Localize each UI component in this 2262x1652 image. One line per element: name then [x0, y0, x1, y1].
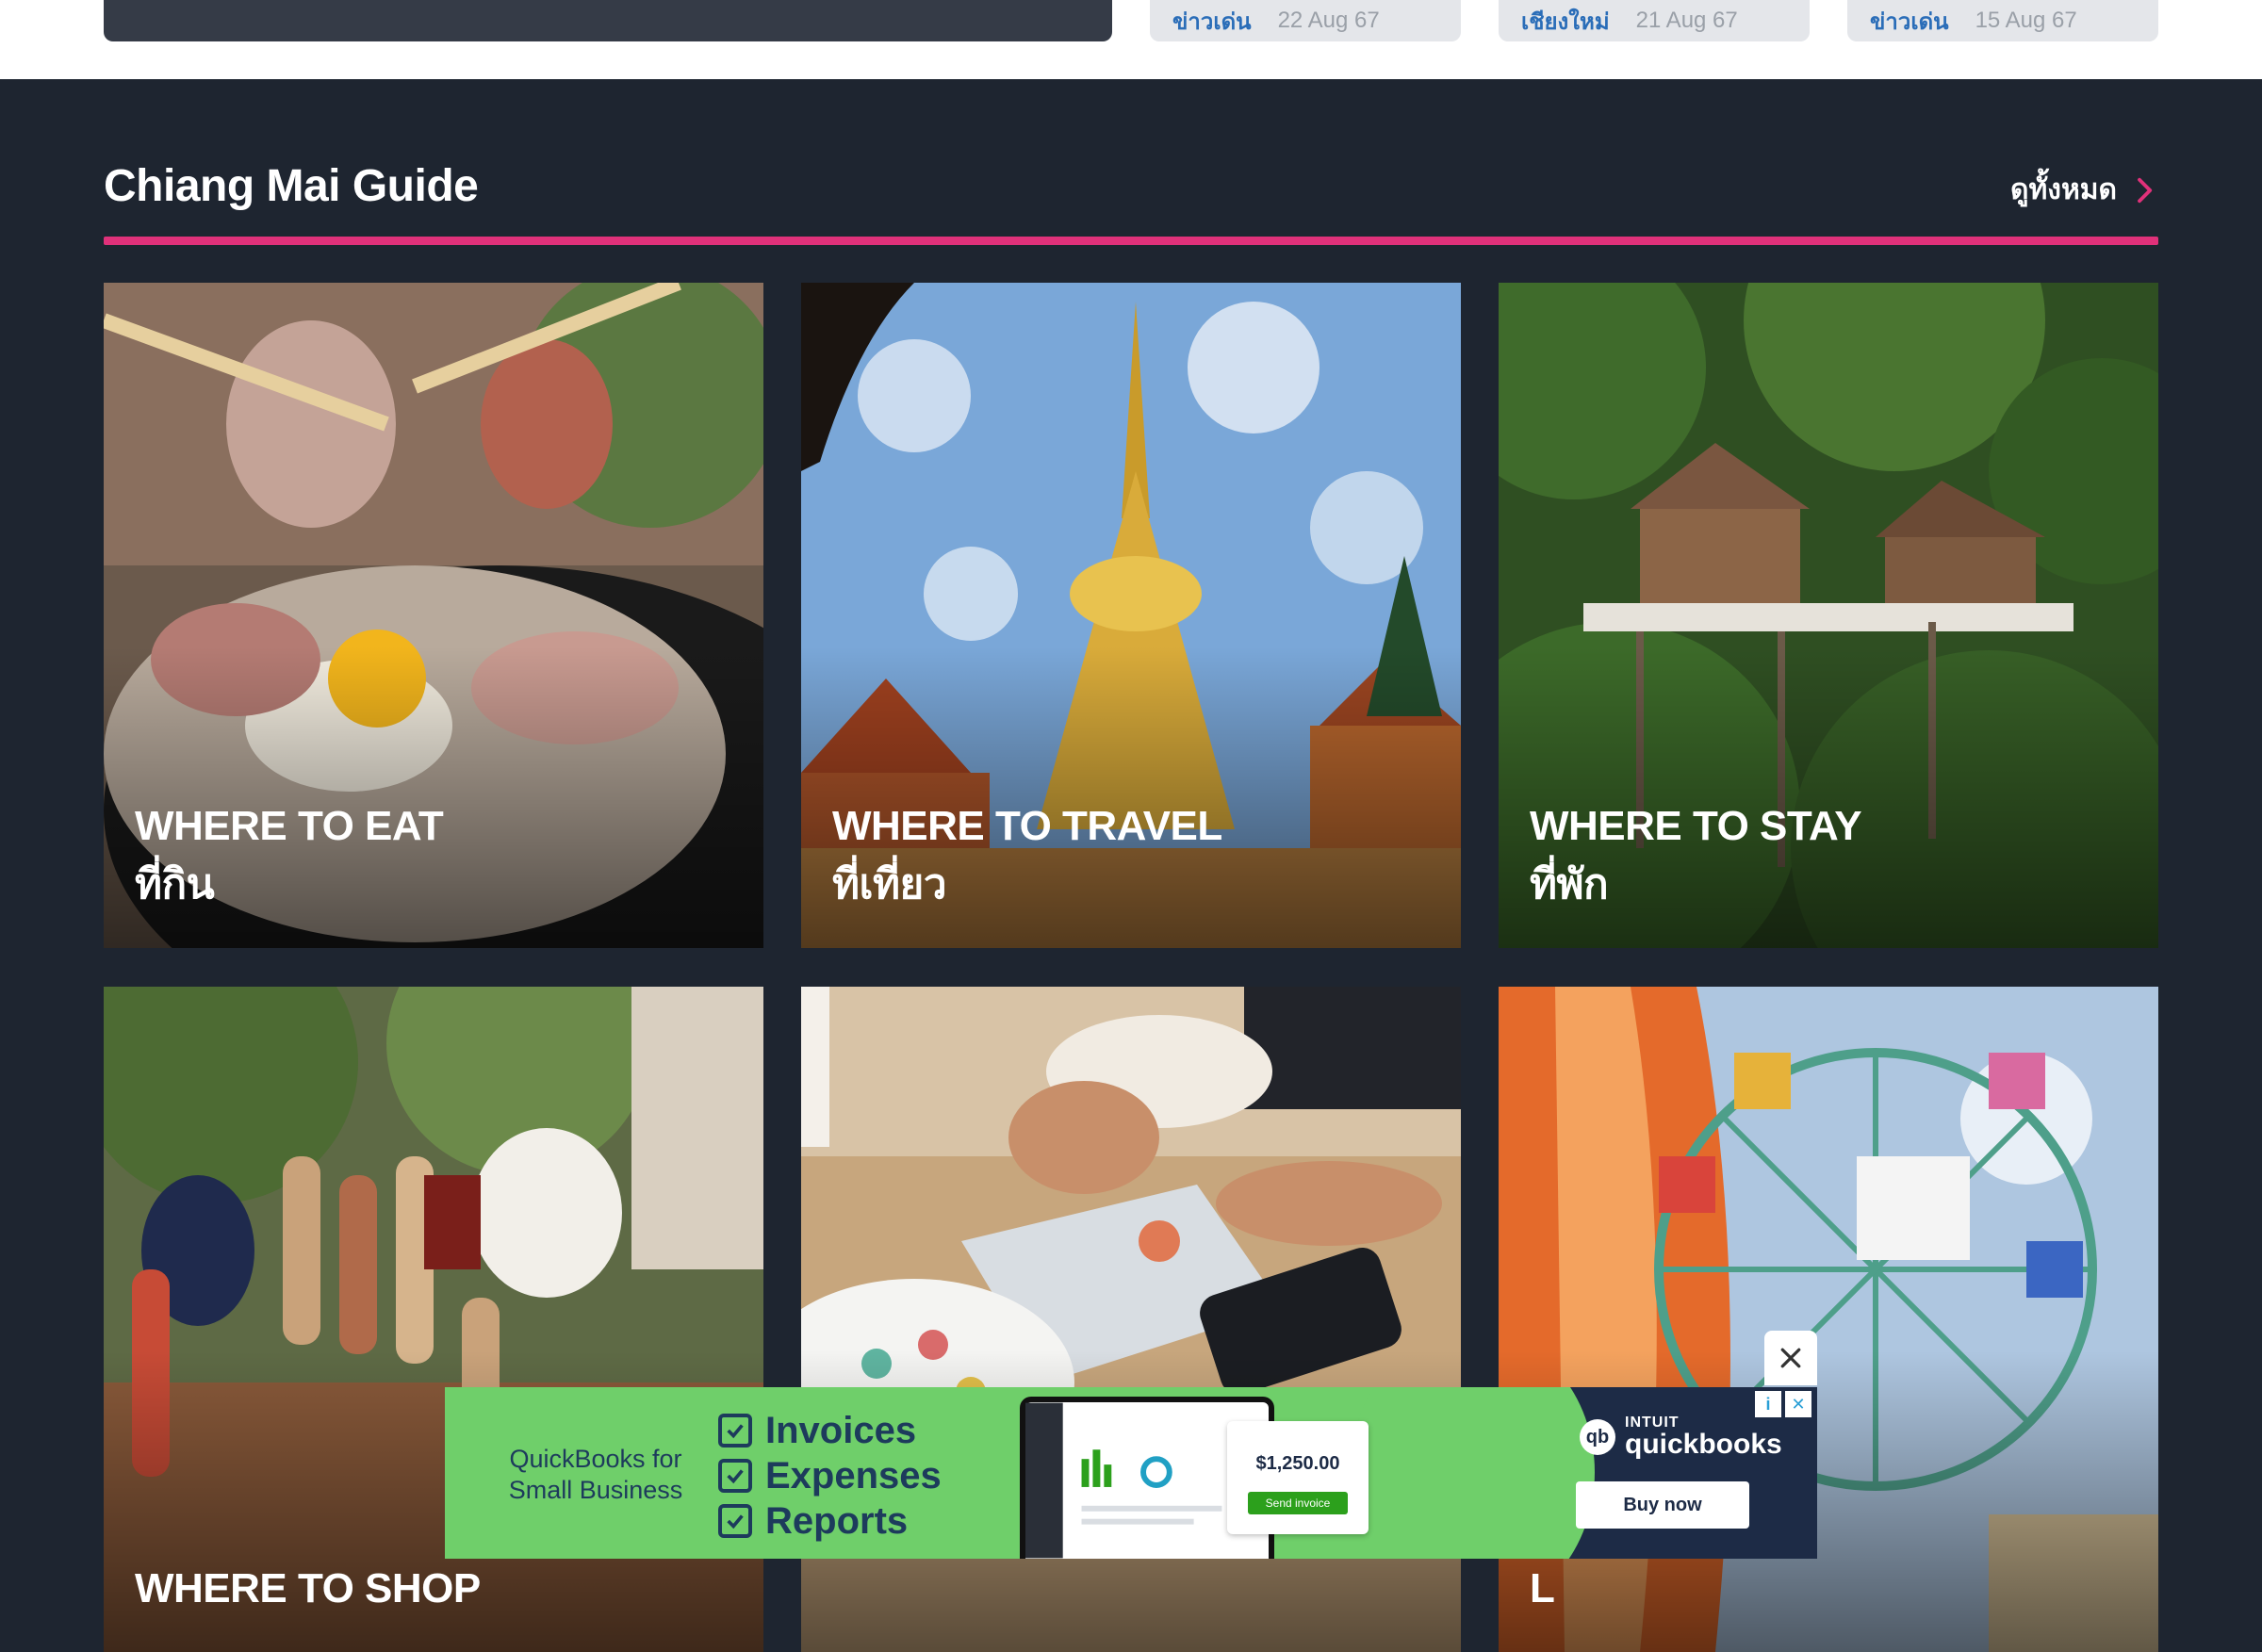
card-title-th: ที่เที่ยว: [832, 861, 947, 908]
checkbox-icon: [718, 1459, 752, 1493]
news-chip-3[interactable]: ข่าวเด่น 15 Aug 67: [1847, 0, 2158, 41]
guide-card-eat[interactable]: WHERE TO EAT ที่กิน: [104, 283, 763, 948]
see-all-label: ดูทั้งหมด: [2010, 174, 2117, 205]
card-title-en: WHERE TO EAT: [135, 803, 444, 849]
top-news-strip: ข่าวเด่น 22 Aug 67 เชียงใหม่ 21 Aug 67 ข…: [0, 0, 2262, 79]
card-caption: WHERE TO TRAVEL ที่เที่ยว: [832, 797, 1222, 914]
featured-news-card[interactable]: [104, 0, 1112, 41]
ad-feature: Invoices: [718, 1408, 942, 1453]
card-title-th: ที่พัก: [1530, 861, 1609, 908]
section-title: Chiang Mai Guide: [104, 161, 479, 211]
card-title-th: ที่กิน: [135, 861, 215, 908]
news-chip-2[interactable]: เชียงใหม่ 21 Aug 67: [1499, 0, 1810, 41]
news-chip-1[interactable]: ข่าวเด่น 22 Aug 67: [1150, 0, 1461, 41]
news-date: 22 Aug 67: [1277, 8, 1380, 33]
chevron-right-icon: [2138, 177, 2153, 203]
card-caption: WHERE TO SHOP: [135, 1560, 481, 1618]
card-caption: WHERE TO EAT ที่กิน: [135, 797, 444, 914]
news-date: 21 Aug 67: [1635, 8, 1738, 33]
ad-feature: Reports: [718, 1498, 942, 1544]
checkbox-icon: [718, 1414, 752, 1448]
section-divider: [104, 237, 2158, 245]
guide-card-travel[interactable]: WHERE TO TRAVEL ที่เที่ยว: [801, 283, 1461, 948]
adchoices[interactable]: i ✕: [1755, 1391, 1811, 1417]
invoice-amount: $1,250.00: [1255, 1453, 1340, 1474]
ad-feature-list: Invoices Expenses Reports: [718, 1408, 942, 1544]
card-caption: WHERE TO STAY ที่พัก: [1530, 797, 1862, 914]
ad-invoice-card: $1,250.00 Send invoice: [1227, 1421, 1369, 1534]
card-title-en: WHERE TO STAY: [1530, 803, 1862, 849]
card-caption: L: [1530, 1560, 1555, 1618]
send-invoice-label: Send invoice: [1248, 1492, 1348, 1514]
quickbooks-logo-icon: qb: [1580, 1419, 1615, 1455]
ad-brand: qb INTUIT quickbooks: [1580, 1415, 1782, 1459]
news-category[interactable]: ข่าวเด่น: [1870, 3, 1949, 40]
ad-tagline: QuickBooks for Small Business: [508, 1445, 683, 1504]
close-icon: [1780, 1348, 1801, 1368]
card-title-en: L: [1530, 1565, 1555, 1611]
card-title-en: WHERE TO SHOP: [135, 1565, 481, 1611]
guide-card-stay[interactable]: WHERE TO STAY ที่พัก: [1499, 283, 2158, 948]
buy-now-button[interactable]: Buy now: [1576, 1481, 1749, 1529]
news-category[interactable]: เชียงใหม่: [1521, 3, 1610, 40]
ad-close-button[interactable]: [1764, 1331, 1817, 1385]
news-date: 15 Aug 67: [1975, 8, 2077, 33]
close-icon[interactable]: ✕: [1785, 1391, 1811, 1417]
checkbox-icon: [718, 1504, 752, 1538]
card-title-en: WHERE TO TRAVEL: [832, 803, 1222, 849]
see-all-link[interactable]: ดูทั้งหมด: [2010, 168, 2158, 212]
news-category[interactable]: ข่าวเด่น: [1172, 3, 1252, 40]
info-icon[interactable]: i: [1755, 1391, 1781, 1417]
ad-feature: Expenses: [718, 1453, 942, 1498]
ad-banner[interactable]: QuickBooks for Small Business Invoices E…: [445, 1387, 1817, 1559]
